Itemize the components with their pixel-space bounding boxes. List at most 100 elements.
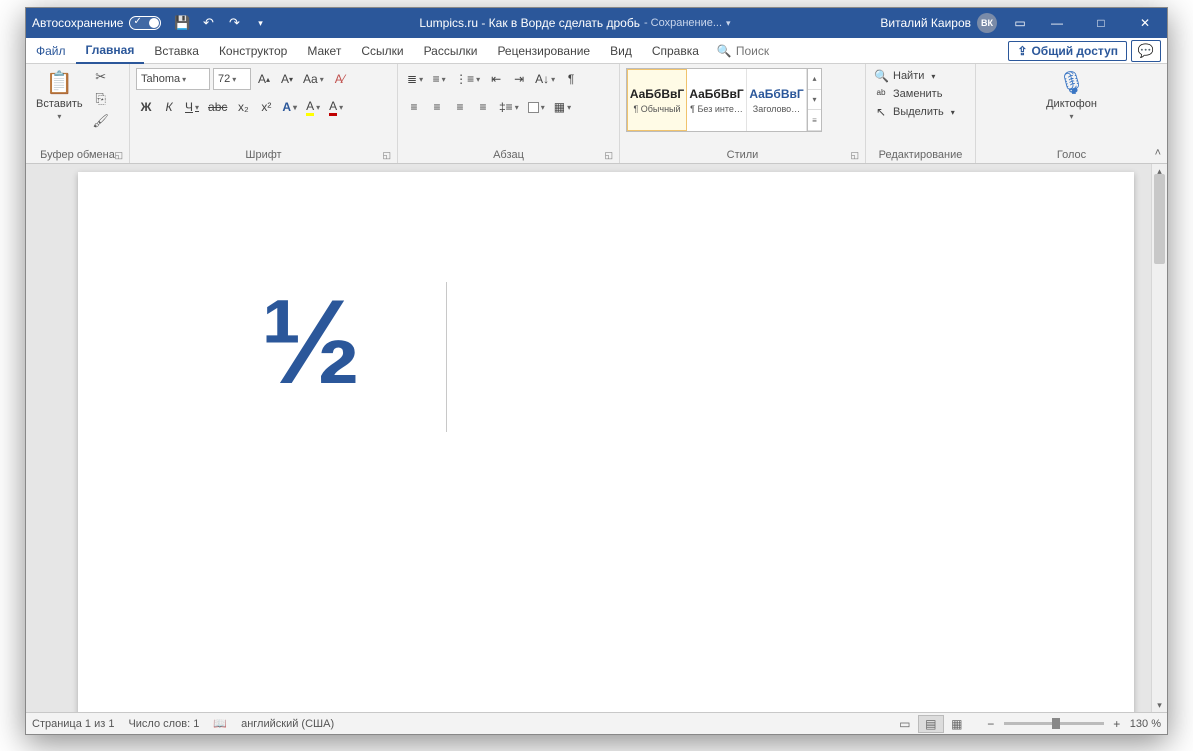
decrease-indent-button[interactable]: ⇤	[486, 68, 506, 90]
tab-design[interactable]: Конструктор	[209, 38, 297, 64]
highlight-button[interactable]: A	[303, 96, 323, 118]
maximize-icon[interactable]: □	[1079, 8, 1123, 38]
select-button[interactable]: ↖Выделить▾	[872, 104, 957, 120]
search-input[interactable]	[736, 44, 806, 58]
multilevel-button[interactable]: ⋮≡	[452, 68, 483, 90]
paste-button[interactable]: 📋 Вставить ▾	[32, 68, 87, 123]
zoom-level[interactable]: 130 %	[1130, 718, 1161, 730]
font-launcher-icon[interactable]: ◱	[382, 150, 391, 161]
style-heading1[interactable]: АаБбВвГ Заголово…	[747, 69, 807, 131]
align-center-button[interactable]: ≡	[427, 96, 447, 118]
document-content[interactable]: ½	[261, 275, 357, 409]
style-normal[interactable]: АаБбВвГ ¶ Обычный	[627, 69, 687, 131]
bullets-button[interactable]: ≣	[404, 68, 426, 90]
save-icon[interactable]: 💾	[173, 14, 191, 32]
page[interactable]: ½	[78, 172, 1134, 712]
borders-button[interactable]: ▦	[551, 96, 574, 118]
align-left-button[interactable]: ≡	[404, 96, 424, 118]
grow-font-button[interactable]: A▴	[254, 68, 274, 90]
comments-button[interactable]: 💬	[1131, 40, 1161, 62]
font-color-button[interactable]: A	[326, 96, 346, 118]
style-no-spacing[interactable]: АаБбВвГ ¶ Без инте…	[687, 69, 747, 131]
underline-button[interactable]: Ч	[182, 96, 202, 118]
tab-review[interactable]: Рецензирование	[487, 38, 600, 64]
styles-gallery[interactable]: АаБбВвГ ¶ Обычный АаБбВвГ ¶ Без инте… Аа…	[626, 68, 822, 132]
cut-icon[interactable]: ✂	[91, 68, 111, 86]
show-marks-button[interactable]: ¶	[561, 68, 581, 90]
numbering-button[interactable]: ≡	[429, 68, 449, 90]
text-effects-button[interactable]: A	[279, 96, 300, 118]
shading-button[interactable]	[525, 96, 548, 118]
document-area: ½ ▴ ▾	[26, 164, 1167, 712]
menu-bar: Файл Главная Вставка Конструктор Макет С…	[26, 38, 1167, 64]
undo-icon[interactable]: ↶	[199, 14, 217, 32]
scroll-down-icon[interactable]: ▾	[1152, 698, 1167, 712]
italic-button[interactable]: К	[159, 96, 179, 118]
zoom-out-icon[interactable]: −	[984, 717, 998, 731]
zoom-slider[interactable]	[1004, 722, 1104, 725]
bold-button[interactable]: Ж	[136, 96, 156, 118]
autosave-toggle[interactable]: ✓	[129, 16, 161, 30]
clipboard-launcher-icon[interactable]: ◱	[114, 150, 123, 161]
read-mode-icon[interactable]: ▭	[892, 715, 918, 733]
format-painter-icon[interactable]: 🖌	[91, 112, 111, 130]
titlebar: Автосохранение ✓ 💾 ↶ ↷ ▾ Lumpics.ru - Ка…	[26, 8, 1167, 38]
search-box[interactable]: 🔍	[709, 44, 814, 58]
increase-indent-button[interactable]: ⇥	[509, 68, 529, 90]
paragraph-launcher-icon[interactable]: ◱	[604, 150, 613, 161]
gallery-up-icon[interactable]: ▴	[808, 69, 821, 90]
saving-status: - Сохранение...	[644, 17, 722, 29]
language-indicator[interactable]: английский (США)	[241, 718, 334, 730]
dictate-button[interactable]: 🎙 Диктофон ▾	[1042, 68, 1101, 123]
statusbar: Страница 1 из 1 Число слов: 1 📖 английск…	[26, 712, 1167, 734]
ribbon-display-icon[interactable]: ▭	[1005, 8, 1035, 38]
font-size-select[interactable]: 72	[213, 68, 251, 90]
change-case-button[interactable]: Aa	[300, 68, 327, 90]
voice-group-label: Голос	[1057, 149, 1086, 161]
scrollbar-thumb[interactable]	[1154, 174, 1165, 264]
font-group-label: Шрифт	[245, 149, 281, 161]
clipboard-icon: 📋	[46, 70, 73, 96]
strike-button[interactable]: abc	[205, 96, 230, 118]
spellcheck-icon[interactable]: 📖	[213, 717, 227, 730]
tab-layout[interactable]: Макет	[297, 38, 351, 64]
copy-icon[interactable]: ⎘	[91, 90, 111, 108]
replace-button[interactable]: ᵃᵇЗаменить	[872, 86, 957, 102]
vertical-scrollbar[interactable]: ▴ ▾	[1151, 164, 1167, 712]
close-icon[interactable]: ✕	[1123, 8, 1167, 38]
minimize-icon[interactable]: —	[1035, 8, 1079, 38]
tab-insert[interactable]: Вставка	[144, 38, 209, 64]
tab-file[interactable]: Файл	[26, 38, 76, 64]
tab-mailings[interactable]: Рассылки	[414, 38, 488, 64]
tab-help[interactable]: Справка	[642, 38, 709, 64]
gallery-more-icon[interactable]: ≡	[808, 110, 821, 131]
document-title: Lumpics.ru - Как в Ворде сделать дробь	[419, 16, 640, 30]
justify-button[interactable]: ≡	[473, 96, 493, 118]
subscript-button[interactable]: x₂	[233, 96, 253, 118]
share-button[interactable]: ⇪ Общий доступ	[1008, 41, 1127, 61]
tab-home[interactable]: Главная	[76, 38, 145, 64]
user-avatar[interactable]: ВК	[977, 13, 997, 33]
page-indicator[interactable]: Страница 1 из 1	[32, 718, 114, 730]
line-spacing-button[interactable]: ‡≡	[496, 96, 522, 118]
clear-format-button[interactable]: A⁄	[330, 68, 350, 90]
replace-icon: ᵃᵇ	[874, 87, 888, 101]
share-icon: ⇪	[1017, 44, 1027, 58]
align-right-button[interactable]: ≡	[450, 96, 470, 118]
zoom-in-icon[interactable]: +	[1110, 717, 1124, 731]
web-layout-icon[interactable]: ▦	[944, 715, 970, 733]
redo-icon[interactable]: ↷	[225, 14, 243, 32]
sort-button[interactable]: A↓	[532, 68, 558, 90]
print-layout-icon[interactable]: ▤	[918, 715, 944, 733]
word-count[interactable]: Число слов: 1	[128, 718, 199, 730]
tab-view[interactable]: Вид	[600, 38, 642, 64]
font-name-select[interactable]: Tahoma	[136, 68, 210, 90]
find-button[interactable]: 🔍Найти▾	[872, 68, 957, 84]
collapse-ribbon-icon[interactable]: ˄	[1155, 147, 1161, 159]
superscript-button[interactable]: x²	[256, 96, 276, 118]
qat-more-icon[interactable]: ▾	[251, 14, 269, 32]
shrink-font-button[interactable]: A▾	[277, 68, 297, 90]
styles-launcher-icon[interactable]: ◱	[850, 150, 859, 161]
gallery-down-icon[interactable]: ▾	[808, 90, 821, 111]
tab-references[interactable]: Ссылки	[351, 38, 413, 64]
